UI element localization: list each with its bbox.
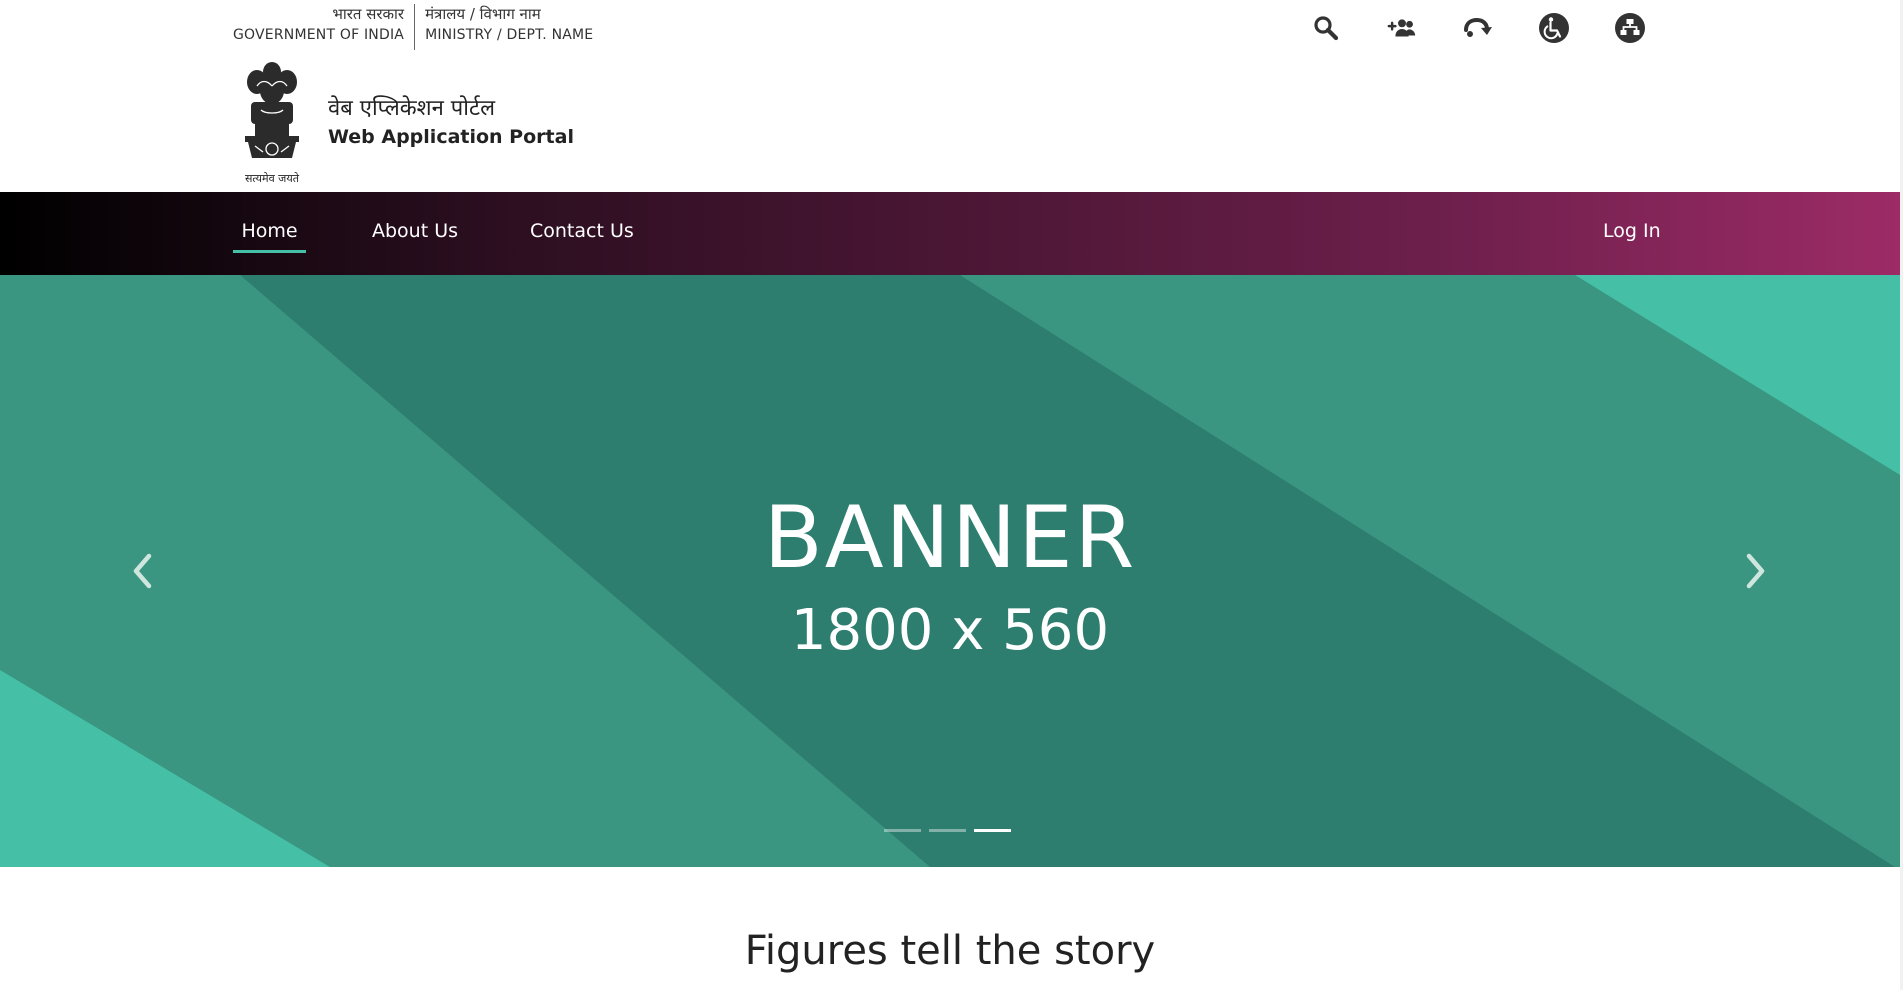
banner-subtitle: 1800 x 560 — [790, 598, 1110, 663]
carousel-indicator-2[interactable] — [929, 829, 966, 832]
government-hindi-label: भारत सरकार — [332, 5, 405, 23]
nav-about-us[interactable]: About Us — [372, 192, 458, 275]
chevron-left-icon — [133, 553, 152, 589]
portal-title-hindi: वेब एप्लिकेशन पोर्टल — [328, 96, 495, 121]
carousel-prev-button[interactable] — [122, 541, 162, 601]
sitemap-icon[interactable] — [1614, 12, 1646, 44]
portal-title-english: Web Application Portal — [328, 126, 574, 148]
nav-active-indicator — [233, 250, 306, 253]
ministry-hindi-label: मंत्रालय / विभाग नाम — [425, 5, 541, 23]
accessibility-icon[interactable] — [1538, 12, 1570, 44]
ministry-english-label: MINISTRY / DEPT. NAME — [425, 27, 594, 43]
nav-home[interactable]: Home — [233, 192, 306, 275]
login-link[interactable]: Log In — [1603, 192, 1661, 275]
social-icon[interactable] — [1386, 12, 1418, 44]
carousel-indicator-3[interactable] — [974, 829, 1011, 832]
page: भारत सरकार GOVERNMENT OF INDIA मंत्रालय … — [0, 0, 1900, 990]
nav-contact-us[interactable]: Contact Us — [530, 192, 634, 275]
chevron-right-icon — [1746, 553, 1765, 589]
government-of-india-block: भारत सरकार GOVERNMENT OF INDIA — [233, 4, 416, 50]
carousel-indicators — [884, 829, 1011, 832]
figures-section-title: Figures tell the story — [744, 928, 1156, 974]
carousel-indicator-1[interactable] — [884, 829, 921, 832]
national-emblem-logo — [233, 58, 311, 186]
carousel-next-button[interactable] — [1736, 541, 1776, 601]
main-navigation: Home About Us Contact Us Log In — [0, 192, 1900, 275]
government-header: भारत सरकार GOVERNMENT OF INDIA मंत्रालय … — [233, 4, 593, 50]
utility-toolbar — [1310, 12, 1646, 44]
banner-title: BANNER — [763, 488, 1137, 588]
search-icon[interactable] — [1310, 12, 1342, 44]
emblem-motto: सत्यमेव जयते — [244, 172, 299, 185]
skip-to-content-icon[interactable] — [1462, 12, 1494, 44]
government-english-label: GOVERNMENT OF INDIA — [233, 27, 405, 43]
ministry-block: मंत्रालय / विभाग नाम MINISTRY / DEPT. NA… — [415, 4, 593, 50]
